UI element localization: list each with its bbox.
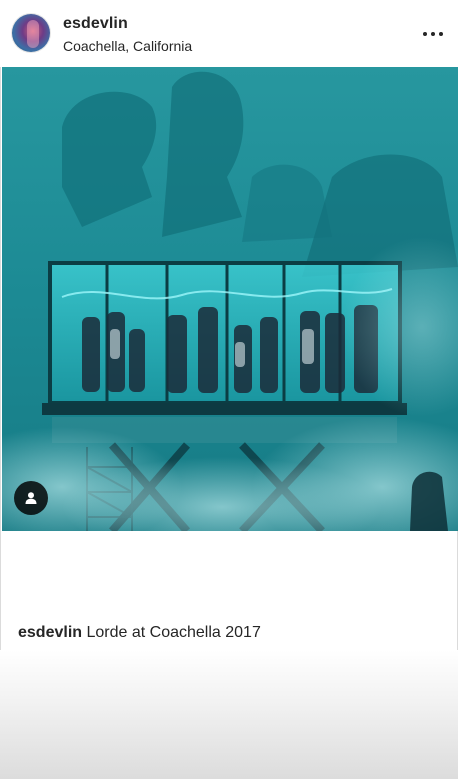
post-caption: esdevlin Lorde at Coachella 2017 [18, 624, 261, 642]
bottom-fade [0, 650, 458, 779]
more-dot [439, 32, 443, 36]
stage-photo-illustration [2, 67, 458, 531]
caption-text: Lorde at Coachella 2017 [86, 624, 261, 641]
caption-username[interactable]: esdevlin [18, 624, 82, 641]
user-tag-icon [25, 492, 37, 504]
user-tag-button[interactable] [14, 481, 48, 515]
avatar[interactable] [12, 14, 50, 52]
post-location[interactable]: Coachella, California [63, 38, 192, 54]
more-options-button[interactable] [418, 20, 448, 48]
more-horizontal-icon [423, 32, 427, 36]
post-username[interactable]: esdevlin [63, 15, 128, 33]
post-photo[interactable] [2, 67, 458, 531]
post-header: esdevlin Coachella, California [0, 0, 458, 67]
more-dot [431, 32, 435, 36]
